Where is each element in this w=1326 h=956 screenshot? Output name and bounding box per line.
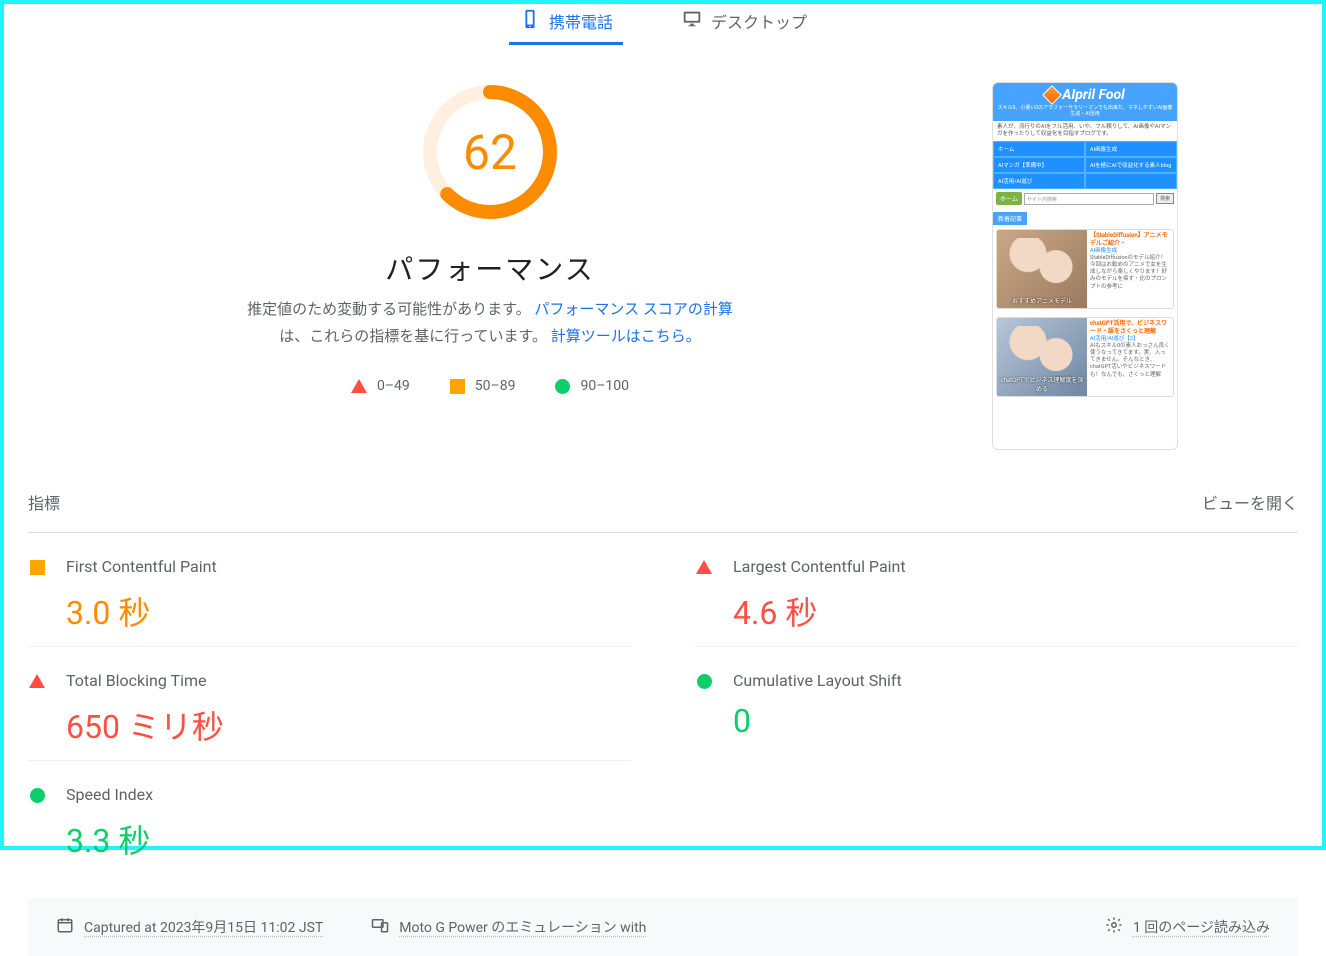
score-title: パフォーマンス	[385, 248, 594, 288]
metric-speed-index: Speed Index 3.3 秒	[28, 760, 631, 874]
expand-view-toggle[interactable]: ビューを開く	[1202, 490, 1298, 514]
device-tabs: 携帯電話 デスクトップ	[28, 4, 1298, 50]
metric-label: Cumulative Layout Shift	[733, 671, 1298, 690]
score-gauge: 62	[420, 82, 560, 222]
settings-icon	[1105, 916, 1123, 938]
calendar-icon	[56, 916, 74, 938]
score-legend: 0–49 50–89 90–100	[351, 378, 629, 394]
metric-value: 0	[733, 702, 1298, 740]
triangle-icon	[695, 557, 713, 634]
square-icon	[28, 557, 46, 634]
metric-value: 3.0 秒	[66, 588, 631, 634]
metrics-heading: 指標	[28, 490, 60, 514]
page-loads: 1 回のページ読み込み	[1105, 916, 1270, 938]
legend-poor: 0–49	[351, 378, 410, 394]
metric-label: Total Blocking Time	[66, 671, 631, 690]
page-screenshot-thumbnail: AIpril Fool スキル0、小遣い0のアラフォーサラリーマンでも出来た、マ…	[992, 82, 1178, 450]
tab-desktop[interactable]: デスクトップ	[671, 4, 817, 44]
metric-cumulative-layout-shift: Cumulative Layout Shift 0	[695, 646, 1298, 760]
circle-icon	[695, 671, 713, 748]
legend-good: 90–100	[555, 378, 629, 394]
captured-at: Captured at 2023年9月15日 11:02 JST	[56, 916, 323, 938]
score-number: 62	[420, 82, 560, 222]
tab-mobile[interactable]: 携帯電話	[509, 4, 623, 44]
score-tool-link[interactable]: 計算ツールはこちら。	[551, 327, 701, 345]
tab-desktop-label: デスクトップ	[711, 9, 807, 33]
emulated-device: Moto G Power のエミュレーション with	[371, 916, 646, 938]
metric-value: 3.3 秒	[66, 816, 631, 862]
metric-label: First Contentful Paint	[66, 557, 631, 576]
tab-mobile-label: 携帯電話	[549, 9, 613, 33]
triangle-icon	[351, 379, 367, 393]
thumb-nav: ホーム AI画像生成 AIマンガ【準備中】 AIを極にAIで収益化する素人blo…	[993, 141, 1177, 189]
phone-icon	[519, 8, 541, 34]
metric-label: Largest Contentful Paint	[733, 557, 1298, 576]
performance-score-panel: 62 パフォーマンス 推定値のため変動する可能性があります。 パフォーマンス ス…	[28, 82, 952, 450]
score-calc-link[interactable]: パフォーマンス スコアの計算	[534, 300, 732, 318]
metric-first-contentful-paint: First Contentful Paint 3.0 秒	[28, 533, 631, 646]
report-meta-footer: Captured at 2023年9月15日 11:02 JST Moto G …	[28, 898, 1298, 956]
triangle-icon	[28, 671, 46, 748]
metric-label: Speed Index	[66, 785, 631, 804]
thumb-logo-icon	[1042, 85, 1062, 105]
circle-icon	[28, 785, 46, 862]
metrics-grid: First Contentful Paint 3.0 秒 Largest Conte…	[28, 533, 1298, 874]
square-icon	[450, 379, 465, 394]
devices-icon	[371, 916, 389, 938]
metric-value: 4.6 秒	[733, 588, 1298, 634]
circle-icon	[555, 379, 570, 394]
thumb-card-1: おすすめアニメモデル 【StableDiffusion】アニメモデルご紹介・ A…	[996, 229, 1174, 309]
metric-value: 650 ミリ秒	[66, 702, 631, 748]
score-description: 推定値のため変動する可能性があります。 パフォーマンス スコアの計算 は、これら…	[247, 296, 733, 350]
legend-average: 50–89	[450, 378, 516, 394]
metric-largest-contentful-paint: Largest Contentful Paint 4.6 秒	[695, 533, 1298, 646]
thumb-card-2: chatGPTでビジネス理解度を深める chatGPT活用で、ビジネスワード・語…	[996, 317, 1174, 397]
desktop-icon	[681, 8, 703, 34]
metric-total-blocking-time: Total Blocking Time 650 ミリ秒	[28, 646, 631, 760]
